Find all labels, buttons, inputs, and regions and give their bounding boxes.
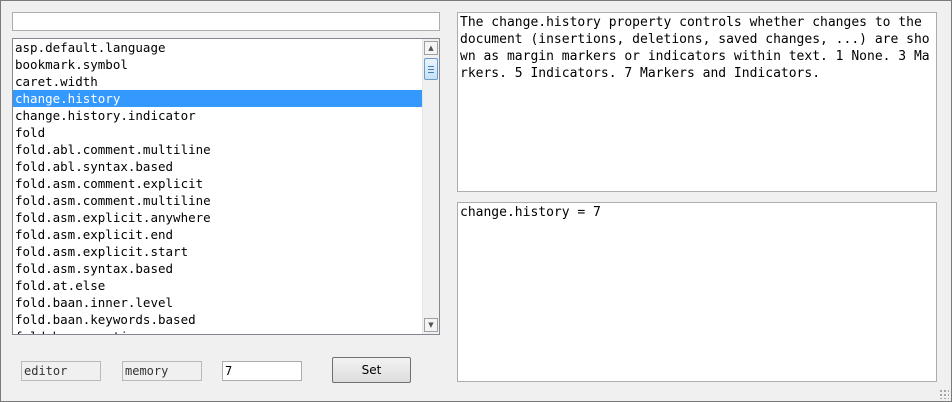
property-list-item[interactable]: fold	[13, 124, 423, 141]
vertical-scrollbar[interactable]: ▲ ▼	[422, 39, 439, 334]
property-list-item[interactable]: bookmark.symbol	[13, 56, 423, 73]
scope-field: editor	[21, 361, 101, 381]
property-list-item[interactable]: fold.asm.explicit.anywhere	[13, 209, 423, 226]
kind-field: memory	[122, 361, 202, 381]
property-list-item[interactable]: fold.at.else	[13, 277, 423, 294]
property-list[interactable]: asp.default.language bookmark.symbol caret…	[12, 38, 440, 335]
scroll-thumb[interactable]	[424, 58, 438, 80]
property-list-item[interactable]: caret.width	[13, 73, 423, 90]
property-editor-window: asp.default.language bookmark.symbol caret…	[0, 0, 952, 402]
property-list-item[interactable]: fold.asm.syntax.based	[13, 260, 423, 277]
property-list-item[interactable]: fold.baan.inner.level	[13, 294, 423, 311]
property-list-item[interactable]: fold.asm.explicit.start	[13, 243, 423, 260]
property-list-item[interactable]: fold.abl.syntax.based	[13, 158, 423, 175]
scroll-up-icon[interactable]: ▲	[424, 41, 438, 55]
property-list-item[interactable]: change.history	[13, 90, 423, 107]
property-list-item[interactable]: fold.baan.keywords.based	[13, 311, 423, 328]
scroll-down-icon[interactable]: ▼	[424, 318, 438, 332]
resize-grip-icon[interactable]	[939, 389, 949, 399]
property-value-editor[interactable]: change.history = 7	[457, 202, 937, 382]
property-list-item[interactable]: asp.default.language	[13, 39, 423, 56]
property-description: The change.history property controls whe…	[457, 12, 937, 192]
property-list-item[interactable]: fold.asm.comment.multiline	[13, 192, 423, 209]
property-list-item[interactable]: fold.asm.comment.explicit	[13, 175, 423, 192]
property-list-item[interactable]: change.history.indicator	[13, 107, 423, 124]
property-list-item[interactable]: fold.baan.sections	[13, 328, 423, 334]
search-input[interactable]	[12, 12, 440, 31]
property-list-items: asp.default.language bookmark.symbol caret…	[13, 39, 423, 334]
set-button[interactable]: Set	[332, 357, 411, 383]
value-input[interactable]	[222, 361, 302, 381]
property-list-item[interactable]: fold.asm.explicit.end	[13, 226, 423, 243]
property-list-item[interactable]: fold.abl.comment.multiline	[13, 141, 423, 158]
